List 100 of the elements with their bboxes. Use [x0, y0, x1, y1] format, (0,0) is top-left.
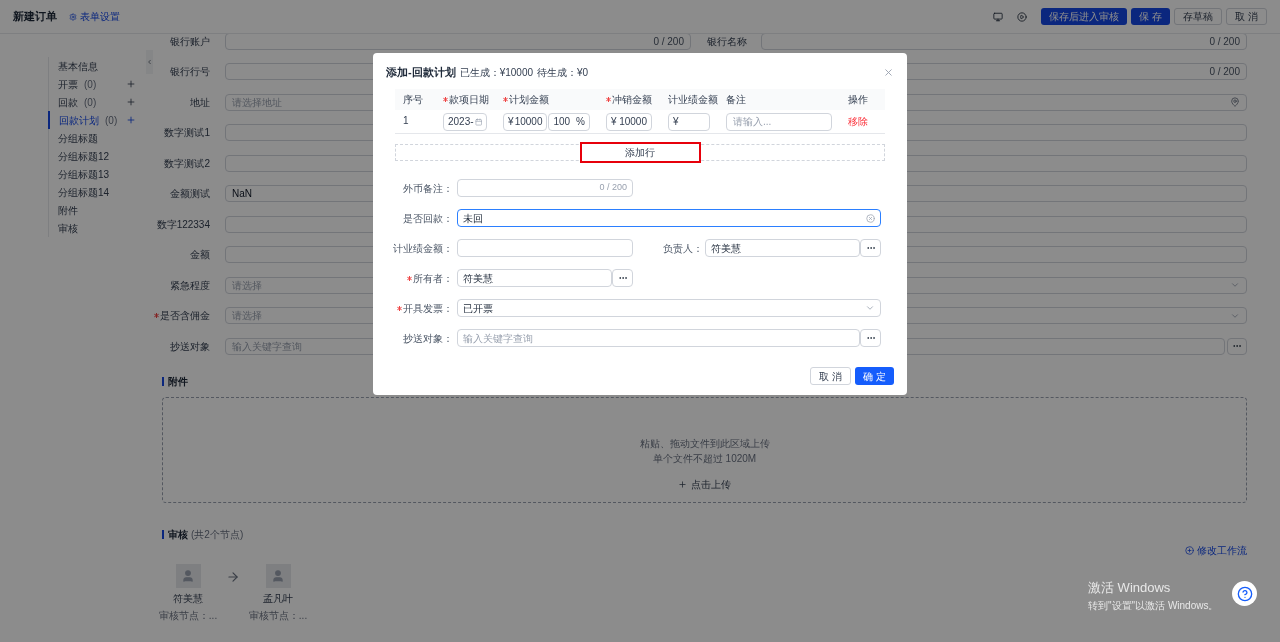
- close-icon[interactable]: [883, 66, 894, 78]
- field-value: 2023-: [448, 115, 474, 129]
- field-label: 数字测试2: [164, 156, 210, 171]
- nav-item[interactable]: 分组标题: [49, 129, 146, 147]
- header-button[interactable]: 保存后进入审核: [1041, 8, 1128, 25]
- help-button[interactable]: [1232, 581, 1257, 606]
- currency-symbol: ¥: [673, 115, 679, 129]
- more-button[interactable]: [860, 329, 881, 347]
- field-value: 未回: [463, 211, 483, 226]
- column-header: 序号: [403, 93, 423, 107]
- column-header: 计业绩金额: [668, 93, 718, 107]
- play-icon[interactable]: [1017, 11, 1028, 22]
- add-icon[interactable]: [126, 115, 136, 125]
- field-label: 计业绩金额：: [393, 241, 453, 256]
- input-field[interactable]: 0 / 200: [457, 179, 633, 197]
- stat-text: 已生成：¥10000: [459, 65, 534, 80]
- column-header: 备注: [726, 93, 746, 107]
- approver-name: 符美慧: [173, 591, 203, 606]
- input-field[interactable]: 输入关键字查询: [457, 329, 860, 347]
- plus-circle-icon: [1185, 545, 1194, 555]
- remark-field[interactable]: 请输入...: [726, 112, 832, 131]
- chevron-down-icon: [865, 303, 875, 313]
- char-counter: 0 / 200: [1209, 65, 1240, 80]
- percent-field[interactable]: 100 %: [548, 112, 590, 131]
- column-header: 冲销金额: [612, 93, 652, 107]
- input-field[interactable]: [457, 239, 633, 257]
- confirm-button[interactable]: 确 定: [855, 367, 894, 385]
- cancel-button[interactable]: 取 消: [810, 367, 852, 385]
- count-text: (0): [105, 113, 118, 128]
- more-button[interactable]: [860, 239, 881, 257]
- required-icon: [154, 313, 159, 319]
- input-field[interactable]: 符美慧: [705, 239, 860, 257]
- required-icon: [397, 305, 402, 311]
- column-header: 款项日期: [449, 93, 489, 107]
- amount-field[interactable]: ¥10000: [503, 112, 548, 131]
- nav-item[interactable]: 回款计划 (0): [48, 111, 146, 129]
- help-icon: [1236, 585, 1253, 602]
- section-title: 审核: [168, 528, 188, 542]
- nav-item[interactable]: 分组标题13: [49, 165, 146, 183]
- field-label: 银行行号: [170, 65, 210, 80]
- char-counter: 0 / 200: [653, 34, 684, 49]
- field-value: 符美慧: [711, 241, 741, 256]
- field-value: 100: [553, 115, 571, 129]
- input-field[interactable]: 符美慧: [457, 269, 612, 287]
- field-value: 10000: [619, 115, 647, 129]
- node-count: (共2个节点): [191, 528, 244, 542]
- header-button[interactable]: 存草稿: [1174, 8, 1223, 25]
- amount-field[interactable]: ¥ 10000: [606, 112, 652, 131]
- more-button[interactable]: [1227, 337, 1247, 355]
- dialog-title: 添加-回款计划: [386, 64, 456, 80]
- edit-workflow-link[interactable]: 修改工作流: [1185, 542, 1247, 558]
- required-icon: [443, 97, 448, 102]
- header-button[interactable]: 取 消: [1226, 8, 1267, 25]
- date-field[interactable]: 2023-: [443, 112, 487, 131]
- monitor-icon[interactable]: [993, 11, 1004, 22]
- amount-field[interactable]: ¥: [668, 112, 710, 131]
- required-icon: [407, 275, 412, 281]
- field-label: 银行账户: [170, 34, 210, 49]
- user-icon: [271, 568, 285, 583]
- remove-link[interactable]: 移除: [848, 116, 868, 127]
- approver-name: 孟凡叶: [263, 591, 293, 606]
- field-label: 是否回款：: [403, 211, 453, 226]
- field-placeholder: 请输入...: [733, 115, 772, 129]
- field-label: 紧急程度: [170, 278, 210, 293]
- field-label: 抄送对象: [170, 339, 210, 354]
- nav-item[interactable]: 审核: [49, 219, 146, 237]
- plus-icon: [678, 479, 687, 489]
- field-label: 金额测试: [170, 187, 210, 202]
- activation-title: 激活 Windows: [1088, 579, 1172, 597]
- add-row-button[interactable]: 添加行: [579, 142, 701, 163]
- count-text: (0): [84, 77, 97, 92]
- nav-item[interactable]: 附件: [49, 201, 146, 219]
- field-label: 外币备注：: [403, 181, 453, 196]
- char-counter: 0 / 200: [1209, 34, 1240, 49]
- field-label: 地址: [190, 95, 210, 110]
- field-label: 是否含佣金: [160, 309, 210, 324]
- field-label: 数字测试1: [164, 126, 210, 141]
- required-icon: [503, 97, 508, 102]
- add-icon[interactable]: [126, 97, 136, 107]
- collapse-handle[interactable]: [146, 50, 153, 74]
- nav-item[interactable]: 分组标题12: [49, 147, 146, 165]
- user-icon: [181, 568, 195, 583]
- field-label: 所有者：: [413, 271, 453, 286]
- clear-icon[interactable]: [866, 213, 875, 223]
- nav-item[interactable]: 基本信息: [49, 57, 146, 75]
- required-icon: [606, 97, 611, 102]
- nav-item[interactable]: 分组标题14: [49, 183, 146, 201]
- nav-item[interactable]: 开票 (0): [49, 75, 146, 93]
- field-label: 金额: [190, 248, 210, 263]
- input-field[interactable]: 未回: [457, 209, 881, 227]
- add-icon[interactable]: [126, 79, 136, 89]
- upload-button[interactable]: 点击上传: [678, 476, 731, 492]
- header-button[interactable]: 保 存: [1131, 8, 1171, 25]
- input-field[interactable]: 已开票: [457, 299, 881, 317]
- settings-icon: [69, 12, 77, 21]
- more-button[interactable]: [612, 269, 633, 287]
- form-settings-link[interactable]: 表单设置: [69, 9, 120, 24]
- currency-symbol: ¥: [611, 115, 617, 129]
- location-icon: [1230, 97, 1240, 108]
- nav-item[interactable]: 回款 (0): [49, 93, 146, 111]
